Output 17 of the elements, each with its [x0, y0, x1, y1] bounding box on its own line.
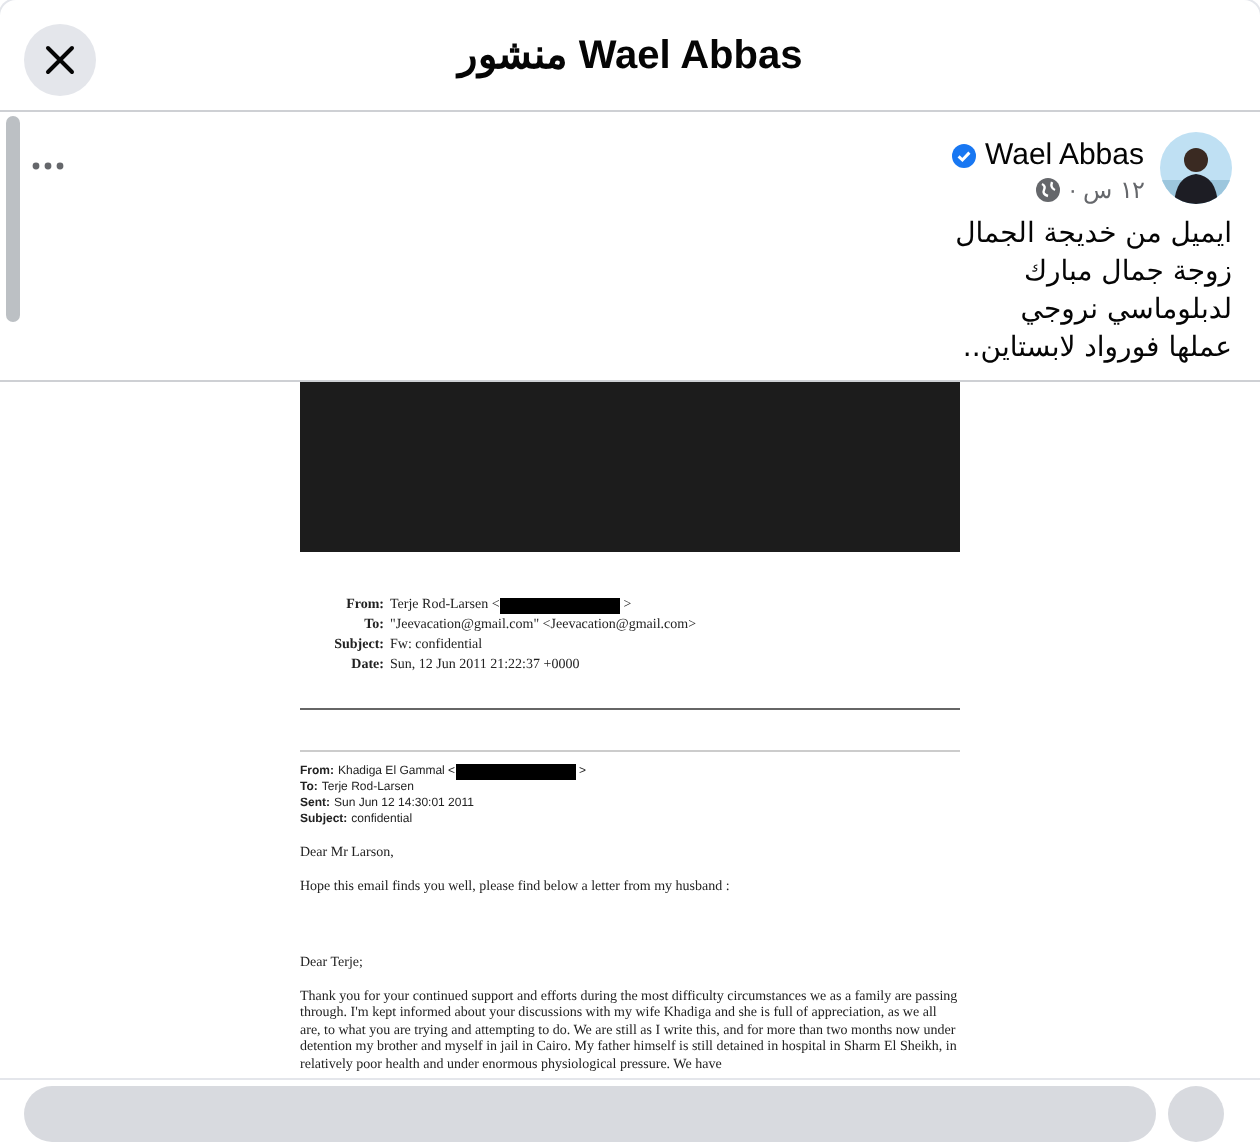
globe-icon	[1036, 178, 1061, 202]
post-time[interactable]: ١٢ س ·	[1068, 176, 1144, 204]
close-icon	[44, 44, 76, 76]
post-text-line: لدبلوماسي نروجي	[1018, 292, 1232, 330]
profile-circle	[1168, 1086, 1224, 1142]
scrollbar[interactable]	[6, 116, 20, 322]
post-text-line: عملها فورواد لابستاين..	[960, 330, 1232, 368]
post-text-line: ايميل من خديجة الجمال	[955, 216, 1232, 254]
more-icon	[32, 162, 64, 170]
close-button[interactable]	[24, 24, 96, 96]
redaction-mark	[499, 597, 620, 613]
dialog-title: منشور Wael Abbas	[457, 32, 803, 80]
avatar[interactable]	[1160, 132, 1232, 204]
post-text-line: زوجة جمال مبارك	[1021, 254, 1232, 292]
comment-field[interactable]	[24, 1086, 1156, 1142]
author-name[interactable]: Wael Abbas	[985, 138, 1144, 172]
redaction-mark	[455, 764, 576, 780]
